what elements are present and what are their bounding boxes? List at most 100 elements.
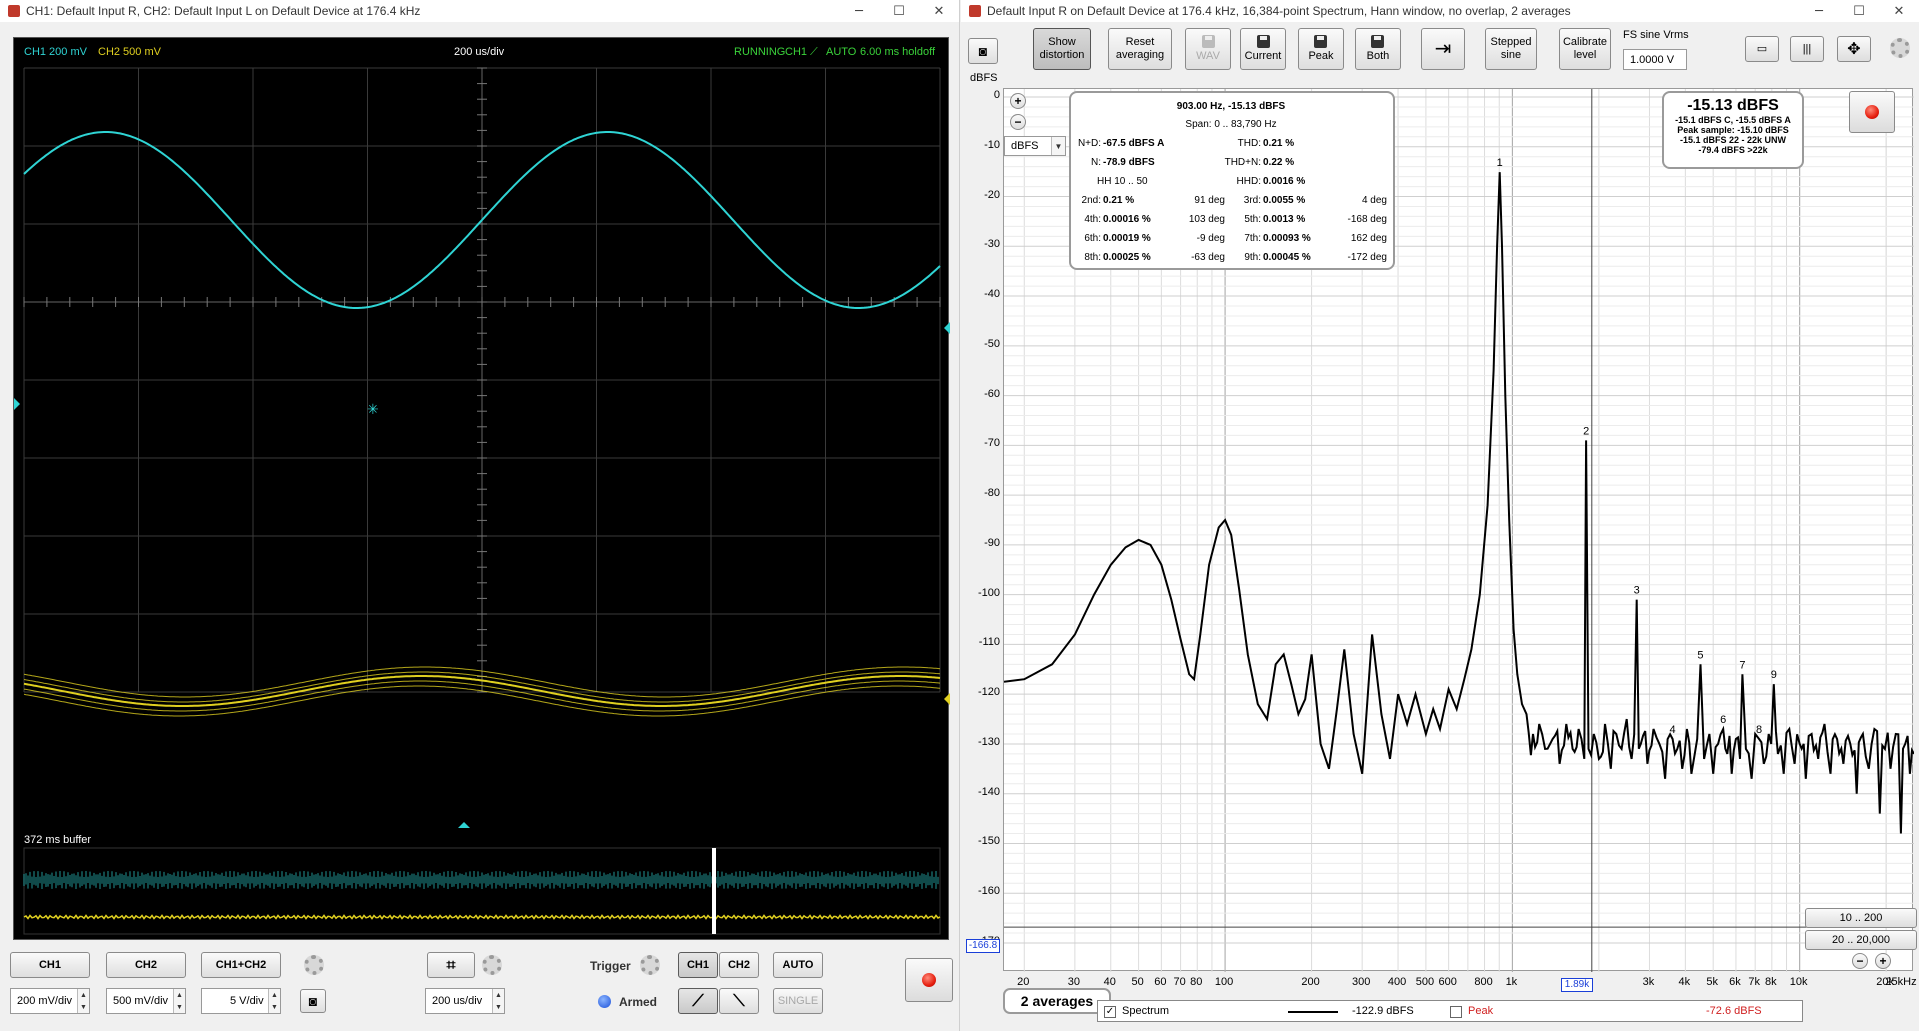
gear-icon[interactable] bbox=[304, 955, 324, 975]
harmonic-value: 0.00093 % bbox=[1263, 233, 1311, 244]
averages-badge: 2 averages bbox=[1003, 988, 1111, 1014]
gear-icon[interactable] bbox=[1890, 38, 1910, 58]
x-tick-label: 20 bbox=[1017, 976, 1030, 988]
harmonic-phase: 162 deg bbox=[1350, 233, 1387, 244]
spectrum-checkbox[interactable]: ✓ bbox=[1104, 1006, 1116, 1018]
y-tick-label: 0 bbox=[993, 89, 1000, 101]
zoom-out-icon[interactable]: − bbox=[1852, 953, 1868, 969]
zoom-out-icon[interactable]: − bbox=[1010, 114, 1026, 130]
harmonic-value: 0.21 % bbox=[1103, 195, 1135, 206]
harmonic-phase: -168 deg bbox=[1347, 214, 1387, 225]
thd-label: THD: bbox=[1237, 138, 1261, 149]
auto-button[interactable]: AUTO bbox=[773, 952, 823, 978]
scope-screen[interactable]: ✳ CH1 200 mV CH2 500 mV 200 us/div RUNNI… bbox=[13, 37, 950, 940]
stepper-arrows-icon[interactable]: ▲ ▼ bbox=[173, 989, 185, 1013]
harmonic-phase: 4 deg bbox=[1361, 195, 1387, 206]
grid-icon[interactable]: ⌗ bbox=[427, 952, 475, 978]
legend-bar: ✓ Spectrum -122.9 dBFS Peak -72.6 dBFS bbox=[1097, 1000, 1803, 1022]
timebase-value: 200 us/div bbox=[432, 995, 483, 1007]
trigger-channel-label: CH1 bbox=[785, 46, 808, 58]
y-tick-label: -130 bbox=[977, 735, 1000, 748]
ch2-vdiv-stepper[interactable]: 500 mV/div ▲ ▼ bbox=[106, 988, 186, 1014]
peak-legend-value: -72.6 dBFS bbox=[1706, 1005, 1762, 1017]
ch1-vdiv-stepper[interactable]: 200 mV/div ▲ ▼ bbox=[10, 988, 90, 1014]
camera-icon[interactable]: ◙ bbox=[968, 38, 998, 64]
falling-edge-icon[interactable]: ⟍ bbox=[719, 988, 759, 1014]
save-current-button[interactable]: Current bbox=[1240, 28, 1286, 70]
spectrum-line-swatch bbox=[1288, 1011, 1338, 1013]
zoom-in-icon[interactable]: + bbox=[1875, 953, 1891, 969]
cursor-level-marker[interactable]: -166.8 bbox=[966, 939, 1000, 953]
harmonic-phase: -63 deg bbox=[1191, 252, 1225, 263]
minimize-icon[interactable]: ─ bbox=[839, 4, 879, 19]
trigger-point-icon: ✳ bbox=[367, 401, 379, 417]
move-arrows-icon[interactable]: ✥ bbox=[1837, 36, 1871, 62]
harmonic-marker-1: 1 bbox=[1497, 157, 1503, 169]
nd-label: N+D: bbox=[1077, 138, 1101, 149]
minimize-icon[interactable]: ─ bbox=[1799, 4, 1839, 19]
single-button[interactable]: SINGLE bbox=[773, 988, 823, 1014]
show-distortion-button[interactable]: Show distortion bbox=[1033, 28, 1091, 70]
stepper-arrows-icon[interactable]: ▲ ▼ bbox=[268, 989, 280, 1013]
x-tick-label: 70 bbox=[1173, 976, 1186, 988]
rising-edge-icon: ⟋ bbox=[810, 46, 818, 58]
rta-window-title: Default Input R on Default Device at 176… bbox=[987, 4, 1571, 18]
close-icon[interactable]: ✕ bbox=[919, 4, 959, 19]
y-tick-label: -30 bbox=[984, 238, 1000, 251]
stepper-arrows-icon[interactable]: ▲ ▼ bbox=[492, 989, 504, 1013]
y-tick-label: -140 bbox=[977, 785, 1000, 798]
record-button[interactable] bbox=[905, 958, 953, 1002]
x-tick-label: 200 bbox=[1301, 976, 1320, 988]
ch1-marker-icon bbox=[14, 398, 20, 410]
x-tick-label: 8k bbox=[1765, 976, 1777, 988]
x-tick-label: 6k bbox=[1729, 976, 1741, 988]
ch1ch2-button[interactable]: CH1+CH2 bbox=[201, 952, 281, 978]
ch1-scale-label: CH1 200 mV bbox=[24, 46, 87, 58]
slider-layout-icon[interactable]: ▭ bbox=[1745, 36, 1779, 62]
range-20-20000-button[interactable]: 20 .. 20,000 bbox=[1805, 930, 1917, 950]
gear-icon[interactable] bbox=[482, 955, 502, 975]
ch12-vdiv-value: 5 V/div bbox=[230, 995, 264, 1007]
chevron-down-icon[interactable]: ▼ bbox=[1051, 137, 1065, 155]
fs-sine-input[interactable]: 1.0000 V bbox=[1623, 49, 1687, 70]
gear-icon[interactable] bbox=[640, 955, 660, 975]
record-button[interactable] bbox=[1849, 91, 1895, 133]
stepper-arrows-icon[interactable]: ▲ ▼ bbox=[77, 989, 89, 1013]
hhd-label: HHD: bbox=[1236, 176, 1261, 187]
timebase-stepper[interactable]: 200 us/div ▲ ▼ bbox=[425, 988, 505, 1014]
y-unit-label: dBFS bbox=[970, 72, 998, 84]
camera-icon[interactable]: ◙ bbox=[300, 989, 326, 1013]
wav-button[interactable]: WAV bbox=[1185, 28, 1231, 70]
level-panel: -15.13 dBFS -15.1 dBFS C, -15.5 dBFS A P… bbox=[1662, 91, 1804, 169]
unit-select[interactable]: dBFS ▼ bbox=[1004, 136, 1066, 156]
harmonic-marker-3: 3 bbox=[1634, 585, 1640, 597]
reset-averaging-button[interactable]: Reset averaging bbox=[1108, 28, 1172, 70]
cursor-frequency-marker[interactable]: 1.89k bbox=[1561, 978, 1593, 992]
peak-checkbox[interactable] bbox=[1450, 1006, 1462, 1018]
zoom-in-icon[interactable]: + bbox=[1010, 93, 1026, 109]
ch1-button[interactable]: CH1 bbox=[10, 952, 90, 978]
ch12-vdiv-stepper[interactable]: 5 V/div ▲ ▼ bbox=[201, 988, 281, 1014]
stepped-sine-button[interactable]: Stepped sine bbox=[1485, 28, 1537, 70]
columns-icon[interactable]: ||| bbox=[1790, 36, 1824, 62]
save-both-button[interactable]: Both bbox=[1355, 28, 1401, 70]
maximize-icon[interactable]: ☐ bbox=[1839, 4, 1879, 19]
rising-edge-icon[interactable]: ⟋ bbox=[678, 988, 718, 1014]
ch2-button[interactable]: CH2 bbox=[106, 952, 186, 978]
trigger-ch1-button[interactable]: CH1 bbox=[678, 952, 718, 978]
save-peak-button[interactable]: Peak bbox=[1298, 28, 1344, 70]
trigger-ch2-button[interactable]: CH2 bbox=[719, 952, 759, 978]
y-tick-label: -20 bbox=[984, 188, 1000, 201]
close-icon[interactable]: ✕ bbox=[1879, 4, 1919, 19]
range-10-200-button[interactable]: 10 .. 200 bbox=[1805, 908, 1917, 928]
export-icon[interactable]: ⇥ bbox=[1421, 28, 1465, 70]
maximize-icon[interactable]: ☐ bbox=[879, 4, 919, 19]
y-tick-label: -100 bbox=[977, 586, 1000, 599]
x-tick-label: 500 bbox=[1415, 976, 1435, 988]
save-icon bbox=[1314, 35, 1328, 48]
x-tick-label: 7k bbox=[1748, 976, 1760, 988]
both-label: Both bbox=[1366, 50, 1390, 62]
armed-indicator-icon bbox=[598, 995, 611, 1008]
calibrate-level-button[interactable]: Calibrate level bbox=[1559, 28, 1611, 70]
harmonic-value: 0.00045 % bbox=[1263, 252, 1311, 263]
